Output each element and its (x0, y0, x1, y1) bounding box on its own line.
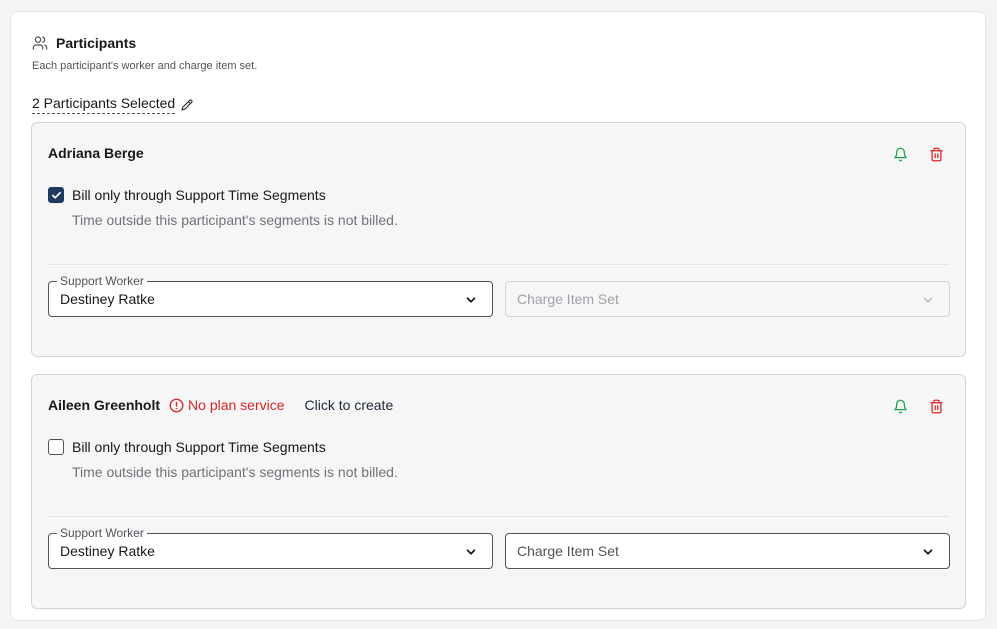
no-plan-service-warning: No plan service (169, 397, 285, 413)
participant-name: Aileen Greenholt (48, 397, 161, 413)
pencil-icon (181, 98, 193, 111)
participant-card: Adriana Berge Bill only through Support … (31, 122, 966, 357)
chevron-down-icon (464, 293, 478, 307)
chevron-down-icon (921, 545, 935, 559)
participant-card: Aileen Greenholt No plan service Click t… (31, 374, 966, 609)
charge-item-set-placeholder: Charge Item Set (517, 543, 619, 559)
participants-selected-link[interactable]: 2 Participants Selected (32, 95, 193, 114)
participant-name: Adriana Berge (48, 145, 144, 161)
participant-actions (891, 145, 945, 163)
support-worker-label: Support Worker (57, 526, 147, 540)
divider (48, 264, 949, 265)
support-worker-label: Support Worker (57, 274, 147, 288)
participants-selected-label: 2 Participants Selected (32, 95, 176, 114)
chevron-down-icon (464, 545, 478, 559)
alert-circle-icon (169, 398, 184, 413)
create-plan-service-link[interactable]: Click to create (305, 397, 394, 413)
bell-icon[interactable] (891, 397, 909, 415)
section-title: Participants (56, 35, 137, 51)
charge-item-set-select: Charge Item Set (505, 281, 950, 317)
participants-panel: Participants Each participant's worker a… (10, 11, 986, 621)
bill-segments-option: Bill only through Support Time Segments (48, 439, 326, 455)
support-worker-value: Destiney Ratke (60, 291, 155, 307)
section-header: Participants (32, 35, 136, 51)
bill-segments-checkbox[interactable] (48, 439, 64, 455)
section-subtitle: Each participant's worker and charge ite… (32, 60, 258, 72)
bell-icon[interactable] (891, 145, 909, 163)
warning-text: No plan service (188, 397, 285, 413)
participant-header: Adriana Berge (48, 145, 144, 161)
divider (48, 516, 949, 517)
bill-segments-label[interactable]: Bill only through Support Time Segments (72, 187, 326, 203)
charge-item-set-select[interactable]: Charge Item Set (505, 533, 950, 569)
participant-actions (891, 397, 945, 415)
support-worker-value: Destiney Ratke (60, 543, 155, 559)
participant-header: Aileen Greenholt No plan service Click t… (48, 397, 393, 413)
bill-segments-checkbox[interactable] (48, 187, 64, 203)
bill-segments-hint: Time outside this participant's segments… (72, 212, 398, 228)
bill-segments-label[interactable]: Bill only through Support Time Segments (72, 439, 326, 455)
bill-segments-hint: Time outside this participant's segments… (72, 464, 398, 480)
check-icon (51, 190, 62, 201)
users-icon (32, 35, 48, 51)
trash-icon[interactable] (927, 397, 945, 415)
charge-item-set-placeholder: Charge Item Set (517, 291, 619, 307)
trash-icon[interactable] (927, 145, 945, 163)
support-worker-select[interactable]: Support Worker Destiney Ratke (48, 274, 493, 317)
support-worker-select[interactable]: Support Worker Destiney Ratke (48, 526, 493, 569)
chevron-down-icon (921, 293, 935, 307)
bill-segments-option: Bill only through Support Time Segments (48, 187, 326, 203)
